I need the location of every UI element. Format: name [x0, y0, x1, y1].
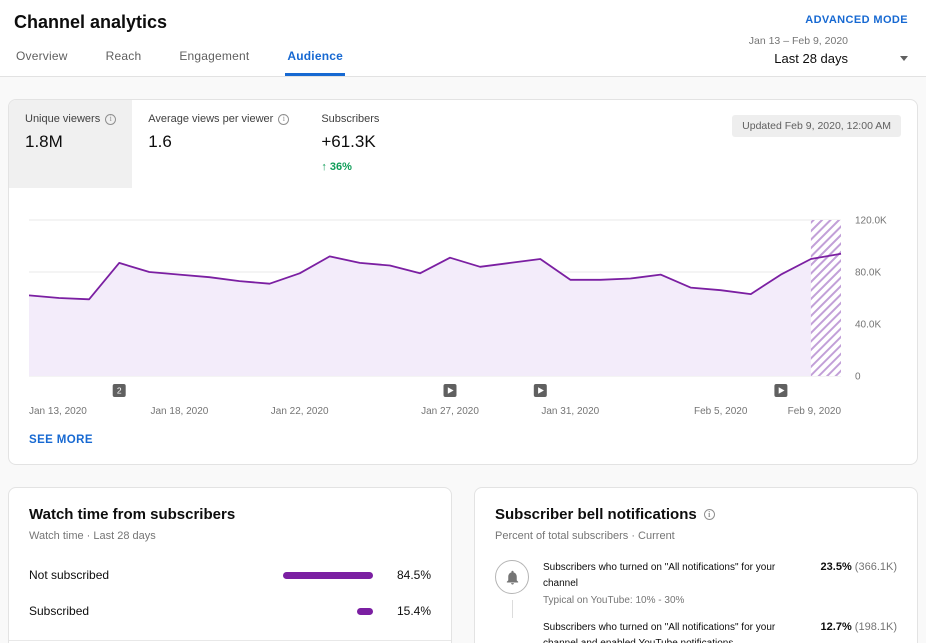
x-tick-label: Feb 5, 2020 [694, 406, 748, 417]
partial-data-hatch [811, 220, 841, 376]
bar-zone [267, 572, 373, 579]
bell-rows: Subscribers who turned on "All notificat… [495, 560, 897, 643]
delta-value: 36% [330, 161, 352, 173]
metric-subscribers[interactable]: Subscribers +61.3K 36% [305, 100, 425, 188]
analytics-content: Updated Feb 9, 2020, 12:00 AM Unique vie… [0, 99, 926, 643]
chart-marker-video[interactable] [534, 384, 547, 397]
row-label: Subscribers who turned on "All notificat… [543, 620, 809, 643]
watch-time-rows: Not subscribed 84.5% Subscribed 15.4% [29, 568, 431, 618]
pct-value: 12.7% [821, 621, 852, 633]
audience-overview-card: Updated Feb 9, 2020, 12:00 AM Unique vie… [8, 99, 918, 465]
row-value: 15.4% [389, 604, 431, 618]
x-tick-label: Jan 31, 2020 [541, 406, 599, 417]
count-value: (198.1K) [855, 621, 897, 633]
advanced-mode-link[interactable]: ADVANCED MODE [805, 10, 908, 26]
chart-marker-video[interactable] [444, 384, 457, 397]
metric-tabs: Unique viewers 1.8M Average views per vi… [9, 100, 917, 188]
chevron-down-icon[interactable] [900, 56, 908, 61]
info-icon [105, 114, 116, 125]
trend-chart-svg[interactable]: 120.0K 80.0K 40.0K 0 2 Jan 13, 2020 Jan 18, 20… [29, 214, 897, 420]
page-title: Channel analytics [14, 10, 167, 33]
count-value: (366.1K) [855, 561, 897, 573]
bell-notifications-card: Subscriber bell notifications Percent of… [474, 487, 918, 643]
x-tick-label: Jan 22, 2020 [271, 406, 329, 417]
y-tick-label: 80.0K [855, 268, 881, 279]
row-label: Subscribed [29, 604, 267, 618]
updated-badge: Updated Feb 9, 2020, 12:00 AM [732, 115, 901, 137]
bell-icon-glyph [504, 569, 521, 586]
table-row[interactable]: Not subscribed 84.5% [29, 568, 431, 582]
topbar: Channel analytics ADVANCED MODE Overview… [0, 0, 926, 77]
list-item: Subscribers who turned on "All notificat… [495, 620, 897, 643]
metric-value: 1.6 [148, 132, 289, 152]
pct-value: 23.5% [821, 561, 852, 573]
y-tick-label: 40.0K [855, 320, 881, 331]
x-tick-label: Feb 9, 2020 [788, 406, 842, 417]
not-subscribed-bar [283, 572, 373, 579]
card-title: Watch time from subscribers [29, 506, 431, 523]
trend-chart[interactable]: 120.0K 80.0K 40.0K 0 2 Jan 13, 2020 Jan 18, 20… [9, 188, 917, 420]
metric-unique-viewers[interactable]: Unique viewers 1.8M [9, 100, 132, 188]
row-label: Not subscribed [29, 568, 267, 582]
bar-zone [267, 608, 373, 615]
metric-label: Unique viewers [25, 113, 100, 125]
metric-value: +61.3K [321, 132, 409, 152]
see-more-link[interactable]: SEE MORE [9, 420, 113, 464]
x-tick-label: Jan 13, 2020 [29, 406, 87, 417]
y-tick-label: 120.0K [855, 216, 887, 227]
list-item: Subscribers who turned on "All notificat… [495, 560, 897, 606]
row-label: Subscribers who turned on "All notificat… [543, 560, 809, 592]
x-tick-label: Jan 18, 2020 [150, 406, 208, 417]
date-preset: Last 28 days [749, 51, 848, 66]
tab-audience[interactable]: Audience [285, 39, 345, 76]
subscribers-delta: 36% [321, 161, 409, 173]
analytics-tabs: Overview Reach Engagement Audience [14, 39, 345, 76]
metric-average-views-per-viewer[interactable]: Average views per viewer 1.6 [132, 100, 305, 188]
info-icon [704, 509, 715, 520]
x-tick-label: Jan 27, 2020 [421, 406, 479, 417]
info-icon [278, 114, 289, 125]
metric-value: 1.8M [25, 132, 116, 152]
subscribed-bar [357, 608, 373, 615]
row-typical: Typical on YouTube: 10% - 30% [543, 595, 809, 606]
row-value: 84.5% [389, 568, 431, 582]
date-range-picker[interactable]: Jan 13 – Feb 9, 2020 Last 28 days [749, 35, 908, 76]
tab-engagement[interactable]: Engagement [177, 39, 251, 76]
y-tick-label: 0 [855, 372, 861, 383]
card-subtitle: Percent of total subscribers · Current [495, 530, 897, 542]
row-value: 23.5% (366.1K) [821, 560, 897, 573]
metric-label: Subscribers [321, 113, 379, 125]
table-row[interactable]: Subscribed 15.4% [29, 604, 431, 618]
metric-label: Average views per viewer [148, 113, 273, 125]
chart-marker-video[interactable] [774, 384, 787, 397]
up-arrow-icon [321, 161, 327, 173]
watch-time-card: Watch time from subscribers Watch time ·… [8, 487, 452, 643]
bell-icon [495, 560, 529, 594]
bottom-cards-row: Watch time from subscribers Watch time ·… [8, 487, 918, 643]
card-title: Subscriber bell notifications [495, 506, 697, 523]
tab-reach[interactable]: Reach [104, 39, 144, 76]
chart-marker-count[interactable]: 2 [113, 384, 126, 397]
row-value: 12.7% (198.1K) [821, 620, 897, 633]
card-subtitle: Watch time · Last 28 days [29, 530, 431, 542]
date-range-text: Jan 13 – Feb 9, 2020 [749, 35, 848, 47]
svg-text:2: 2 [117, 386, 122, 396]
tab-overview[interactable]: Overview [14, 39, 70, 76]
